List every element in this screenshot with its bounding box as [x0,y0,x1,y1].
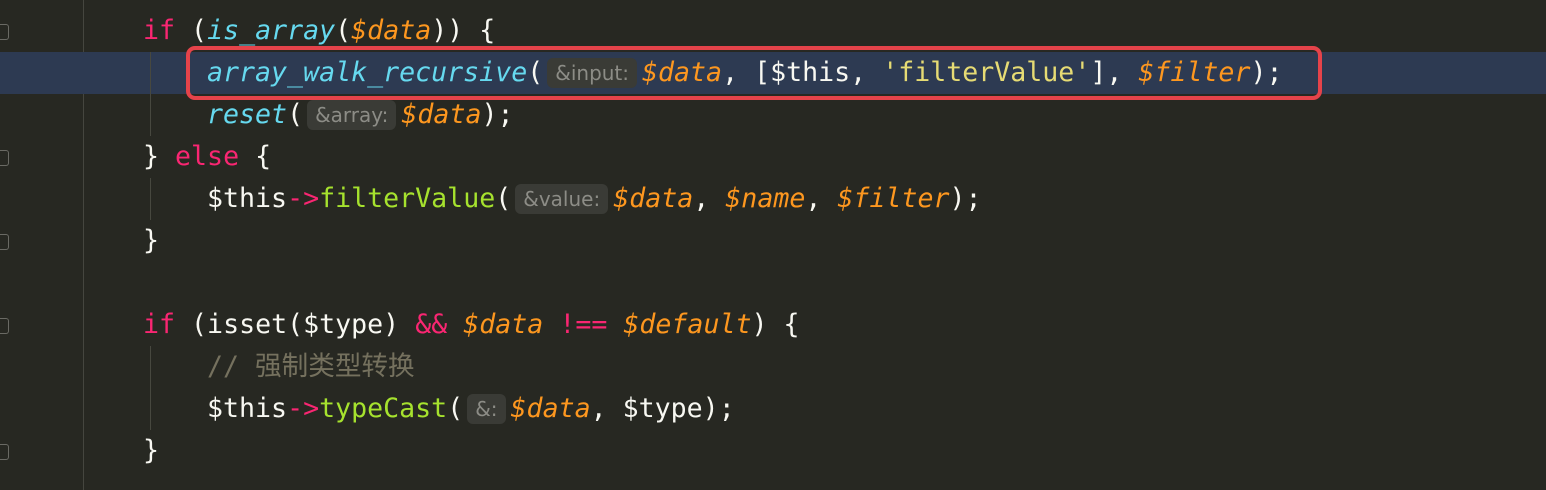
code-line[interactable]: $this->typeCast(&: $data, $type); [0,388,1546,430]
code-content: } [143,220,159,262]
code-text: ); [949,183,982,214]
indent-guide [150,388,151,430]
variable: $data [463,309,544,340]
code-content: } else { [143,136,271,178]
code-text: ( [287,99,304,130]
code-text: $this [207,393,288,424]
variable: $data [401,99,482,130]
operator: && [415,309,448,340]
variable: $name [725,183,806,214]
method-name: typeCast [319,393,448,424]
code-text: (isset($type) [175,309,416,340]
parameter-hint: &array: [307,100,397,130]
operator: -> [287,393,320,424]
code-content: $this->filterValue(&value: $data, $name, … [207,178,982,220]
keyword: if [143,309,176,340]
indent-guide [150,94,151,136]
parameter-hint: &: [467,394,506,424]
code-line[interactable]: } [0,430,1546,472]
code-line[interactable]: // 强制类型转换 [0,346,1546,388]
code-text: $this [207,183,288,214]
comment: // 强制类型转换 [207,351,415,382]
code-content: if (isset($type) && $data !== $default) … [143,304,800,346]
annotation-highlight-box [186,46,1322,100]
code-content: // 强制类型转换 [207,346,415,388]
operator: -> [287,183,320,214]
code-text: , [805,183,838,214]
code-line[interactable]: } [0,220,1546,262]
indent-guide [150,346,151,388]
code-text: ( [447,393,464,424]
code-text: ( [495,183,512,214]
indent-guide [150,178,151,220]
code-content: } [143,430,159,472]
indent-guide [150,52,151,94]
keyword: if [143,15,176,46]
code-text: ( [335,15,352,46]
method-name: filterValue [319,183,496,214]
code-text: )) { [431,15,496,46]
code-content: reset(&array: $data); [207,94,514,136]
variable: $default [623,309,752,340]
keyword: else [175,141,240,172]
code-text: ); [481,99,514,130]
code-line[interactable]: reset(&array: $data); [0,94,1546,136]
code-text: ) { [751,309,800,340]
code-line[interactable]: $this->filterValue(&value: $data, $name, … [0,178,1546,220]
variable: $filter [837,183,950,214]
code-text: , $type); [590,393,735,424]
code-content: $this->typeCast(&: $data, $type); [207,388,735,430]
code-text: { [239,141,272,172]
parameter-hint: &value: [515,184,609,214]
code-line[interactable]: } else { [0,136,1546,178]
variable: $data [351,15,432,46]
variable: $data [510,393,591,424]
code-text: , [693,183,726,214]
code-line[interactable] [0,262,1546,304]
operator: !== [559,309,608,340]
code-line[interactable]: if (isset($type) && $data !== $default) … [0,304,1546,346]
code-text: ( [175,15,208,46]
code-text: } [143,225,160,256]
code-text: } [143,435,160,466]
function-name: reset [207,99,288,130]
function-name: is_array [207,15,336,46]
variable: $data [613,183,694,214]
code-text: } [143,141,176,172]
